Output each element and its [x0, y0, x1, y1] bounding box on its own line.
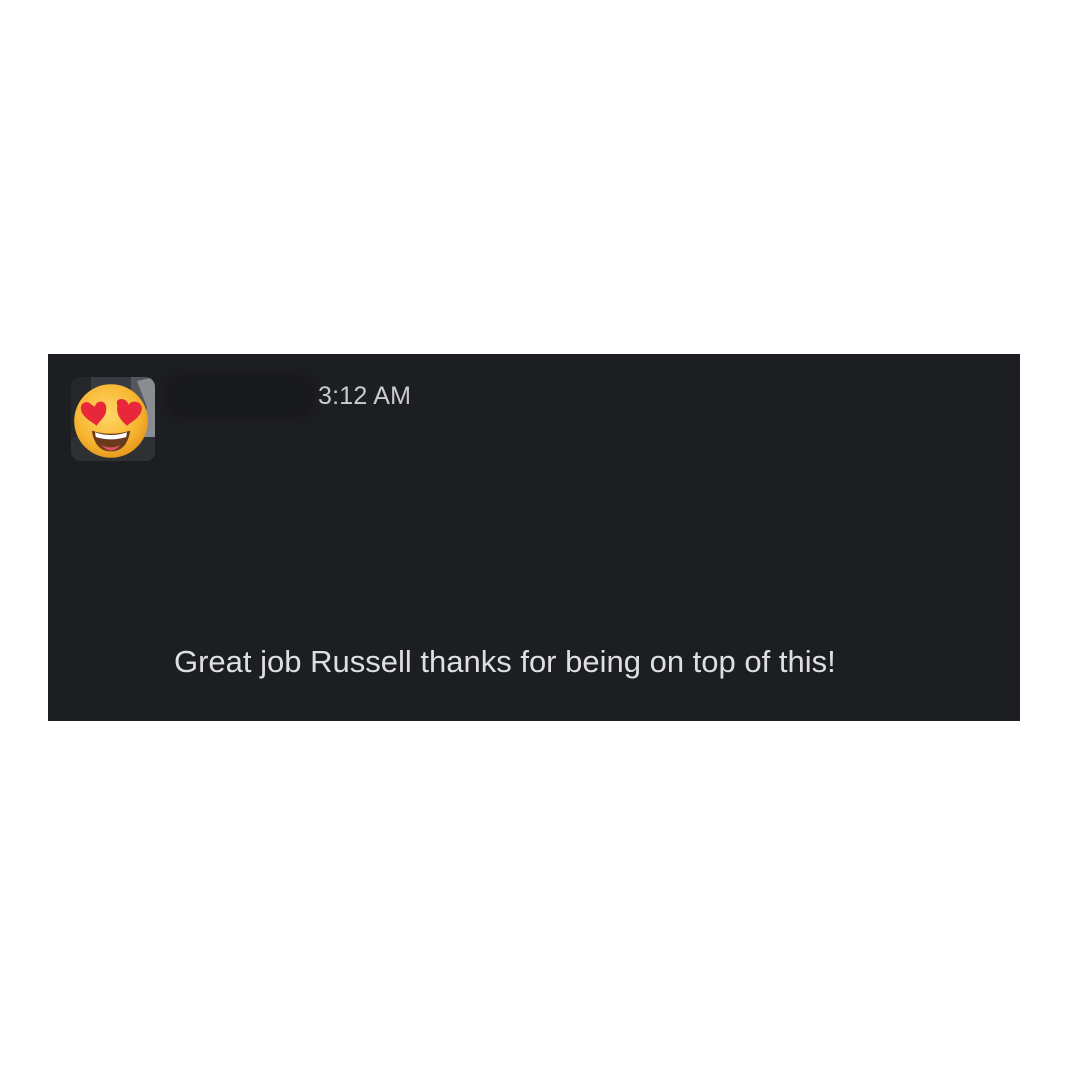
username-redacted[interactable]: [170, 379, 310, 413]
message-timestamp[interactable]: 3:12 AM: [318, 382, 411, 411]
message-text: Great job Russell thanks for being on to…: [174, 644, 836, 679]
message-header: 3:12 AM: [170, 376, 411, 416]
avatar[interactable]: [71, 377, 155, 461]
chat-message-panel: 3:12 AM Great job Russell thanks for bei…: [48, 354, 1020, 721]
heart-eyes-emoji-icon: [74, 384, 148, 458]
